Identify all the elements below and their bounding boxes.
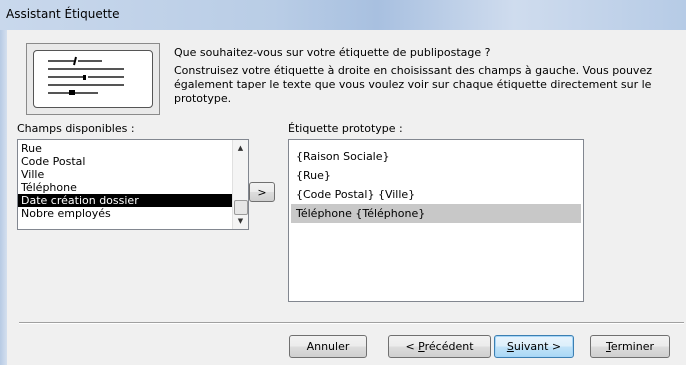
list-item[interactable]: Code Postal xyxy=(18,155,248,168)
finish-button[interactable]: Terminer xyxy=(590,335,670,358)
list-item[interactable]: Téléphone xyxy=(18,181,248,194)
available-fields-listbox[interactable]: Rue Code Postal Ville Téléphone Date cré… xyxy=(17,139,249,230)
mailing-label-icon xyxy=(26,43,160,115)
cancel-button[interactable]: Annuler xyxy=(289,335,367,358)
previous-button-label: < Précédent xyxy=(405,340,474,353)
listbox-scrollbar[interactable]: ▲ ▼ xyxy=(232,140,248,229)
previous-button[interactable]: < Précédent xyxy=(388,335,491,358)
cancel-button-label: Annuler xyxy=(306,340,350,353)
window-frame xyxy=(0,30,7,365)
list-item[interactable]: Rue xyxy=(18,142,248,155)
prototype-line-selected[interactable]: Téléphone {Téléphone} xyxy=(291,204,581,223)
title-bar[interactable]: Assistant Étiquette xyxy=(0,0,686,31)
prototype-line[interactable]: {Rue} xyxy=(291,166,581,185)
scroll-down-icon[interactable]: ▼ xyxy=(233,213,248,229)
wizard-body: Que souhaitez-vous sur votre étiquette d… xyxy=(7,30,686,365)
label-lines-graphic xyxy=(48,56,124,95)
next-button[interactable]: Suivant > xyxy=(494,335,574,358)
add-field-button[interactable]: > xyxy=(249,182,275,202)
intro-instructions: Construisez votre étiquette à droite en … xyxy=(174,64,652,105)
intro-question: Que souhaitez-vous sur votre étiquette d… xyxy=(174,46,491,59)
available-fields-label: Champs disponibles : xyxy=(17,122,135,135)
list-item-selected[interactable]: Date création dossier xyxy=(18,194,248,207)
intro-text: Que souhaitez-vous sur votre étiquette d… xyxy=(174,46,674,106)
button-separator xyxy=(19,322,684,324)
wizard-window: Assistant Étiquette Que souhaitez-vous s… xyxy=(0,0,686,365)
prototype-line[interactable]: {Raison Sociale} xyxy=(291,147,581,166)
next-button-label: Suivant > xyxy=(506,340,562,353)
prototype-line[interactable]: {Code Postal} {Ville} xyxy=(291,185,581,204)
list-item[interactable]: Nobre employés xyxy=(18,207,248,220)
finish-button-label: Terminer xyxy=(606,340,654,353)
prototype-label: Étiquette prototype : xyxy=(288,122,403,135)
list-item[interactable]: Ville xyxy=(18,168,248,181)
prototype-editor[interactable]: {Raison Sociale} {Rue} {Code Postal} {Vi… xyxy=(288,139,584,302)
scroll-up-icon[interactable]: ▲ xyxy=(233,140,248,156)
window-title: Assistant Étiquette xyxy=(6,7,120,21)
